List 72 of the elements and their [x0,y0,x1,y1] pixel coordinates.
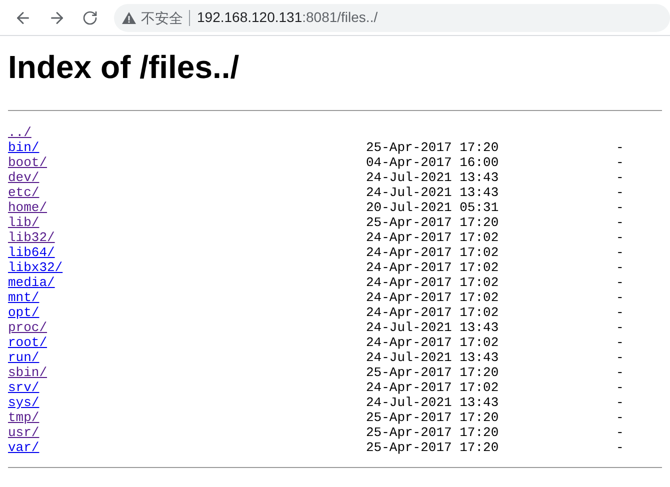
directory-link[interactable]: usr/ [8,425,40,440]
address-bar[interactable]: 不安全 192.168.120.131:8081/files../ [114,4,670,32]
warning-icon [122,12,136,24]
file-size: - [616,440,624,455]
directory-link[interactable]: dev/ [8,170,40,185]
modified-date: 24-Jul-2021 13:43 [366,320,500,335]
security-label: 不安全 [141,10,190,26]
url-host: 192.168.120.131 [197,8,302,27]
directory-link[interactable]: var/ [8,440,40,455]
file-size: - [616,245,624,260]
modified-date: 24-Apr-2017 17:02 [366,290,500,305]
file-size: - [616,380,624,395]
modified-date: 24-Jul-2021 13:43 [366,185,500,200]
file-size: - [616,305,624,320]
directory-link[interactable]: tmp/ [8,410,40,425]
file-size: - [616,185,624,200]
modified-date: 24-Apr-2017 17:02 [366,335,500,350]
directory-link[interactable]: media/ [8,275,55,290]
modified-date: 04-Apr-2017 16:00 [366,155,500,170]
url-path: :8081/files../ [302,8,378,27]
modified-date: 25-Apr-2017 17:20 [366,425,500,440]
directory-link[interactable]: libx32/ [8,260,63,275]
reload-icon [82,10,98,26]
directory-link[interactable]: home/ [8,200,48,215]
modified-date: 25-Apr-2017 17:20 [366,140,500,155]
directory-link[interactable]: lib32/ [8,230,55,245]
directory-link[interactable]: ../ [8,125,32,140]
directory-link[interactable]: sbin/ [8,365,48,380]
modified-date: 20-Jul-2021 05:31 [366,200,500,215]
modified-date: 25-Apr-2017 17:20 [366,215,500,230]
directory-link[interactable]: sys/ [8,395,40,410]
directory-link[interactable]: bin/ [8,140,40,155]
modified-date: 24-Apr-2017 17:02 [366,380,500,395]
file-size: - [616,320,624,335]
modified-date: 25-Apr-2017 17:20 [366,410,500,425]
modified-date: 25-Apr-2017 17:20 [366,440,500,455]
file-size: - [616,215,624,230]
file-size: - [616,140,624,155]
file-size: - [616,230,624,245]
file-size: - [616,395,624,410]
directory-link[interactable]: lib/ [8,215,40,230]
directory-link[interactable]: root/ [8,335,48,350]
file-size: - [616,365,624,380]
file-size: - [616,170,624,185]
directory-link[interactable]: boot/ [8,155,48,170]
directory-link[interactable]: lib64/ [8,245,55,260]
modified-date: 24-Apr-2017 17:02 [366,260,500,275]
file-size: - [616,335,624,350]
modified-date: 24-Apr-2017 17:02 [366,275,500,290]
page-heading: Index of /files../ [8,48,240,87]
reload-button[interactable] [82,10,98,26]
modified-date: 24-Jul-2021 13:43 [366,350,500,365]
directory-link[interactable]: opt/ [8,305,40,320]
directory-link[interactable]: run/ [8,350,40,365]
modified-date: 24-Jul-2021 13:43 [366,395,500,410]
directory-link[interactable]: etc/ [8,185,40,200]
file-size: - [616,350,624,365]
modified-date: 25-Apr-2017 17:20 [366,365,500,380]
file-size: - [616,155,624,170]
file-size: - [616,410,624,425]
file-size: - [616,260,624,275]
modified-date: 24-Apr-2017 17:02 [366,245,500,260]
directory-link[interactable]: proc/ [8,320,48,335]
file-size: - [616,425,624,440]
directory-link[interactable]: srv/ [8,380,40,395]
file-size: - [616,200,624,215]
file-size: - [616,275,624,290]
file-size: - [616,290,624,305]
directory-link[interactable]: mnt/ [8,290,40,305]
modified-date: 24-Jul-2021 13:43 [366,170,500,185]
modified-date: 24-Apr-2017 17:02 [366,230,500,245]
modified-date: 24-Apr-2017 17:02 [366,305,500,320]
